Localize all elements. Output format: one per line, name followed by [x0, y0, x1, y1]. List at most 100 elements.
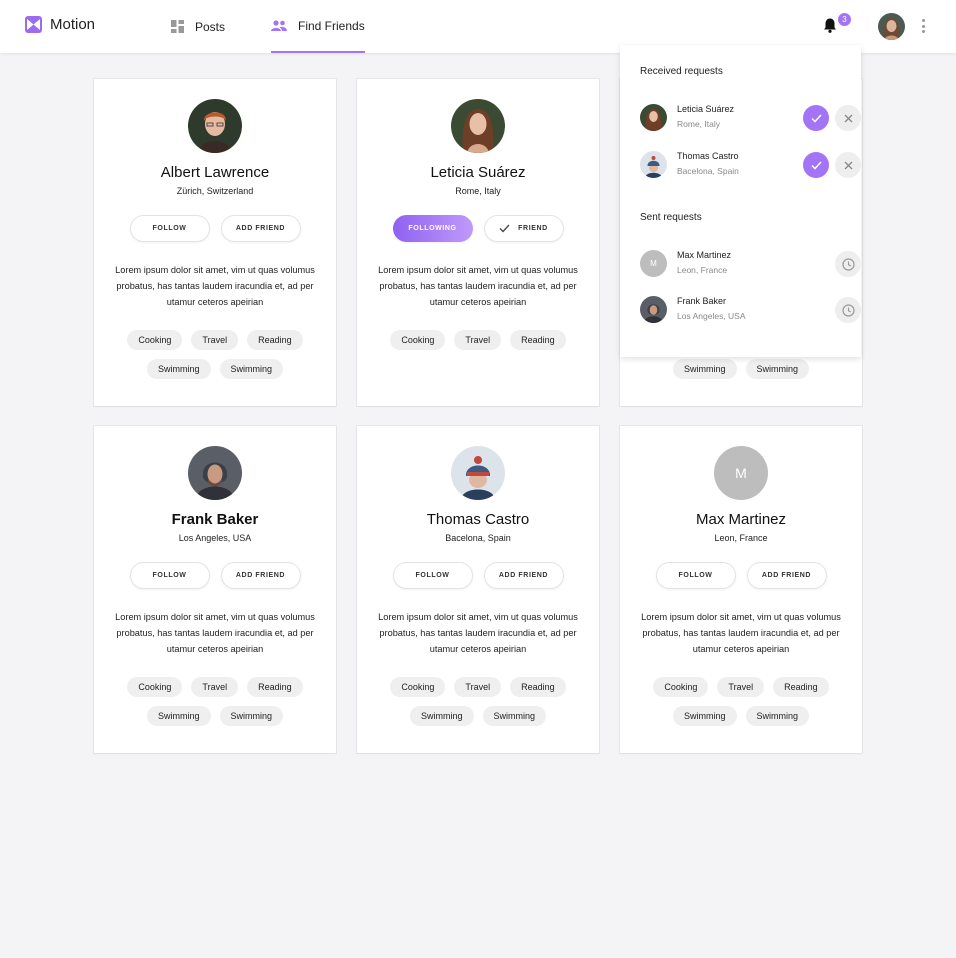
user-avatar[interactable] — [878, 13, 905, 40]
interest-tag: Swimming — [146, 706, 211, 726]
friend-location: Zürich, Switzerland — [176, 186, 254, 196]
pending-request-button[interactable] — [835, 297, 861, 323]
close-icon — [844, 161, 852, 169]
app-logo[interactable]: Motion — [25, 16, 95, 33]
add-friend-button[interactable]: ADD FRIEND — [483, 562, 564, 589]
nav-tab-posts[interactable]: Posts — [171, 0, 225, 53]
friend-name: Leticia Suárez — [430, 164, 526, 181]
friend-card: Albert Lawrence Zürich, Switzerland FOLL… — [94, 79, 336, 406]
request-location: Leon, France — [677, 265, 728, 275]
friend-button-label: FRIEND — [518, 225, 548, 232]
clock-icon — [841, 257, 855, 271]
interest-tag: Swimming — [219, 706, 284, 726]
decline-request-button[interactable] — [835, 105, 861, 131]
check-icon — [810, 160, 822, 170]
friend-card: Thomas Castro Bacelona, Spain FOLLOW ADD… — [357, 426, 599, 753]
clock-icon — [841, 303, 855, 317]
interest-tags: Cooking Travel Reading Swimming Swimming — [124, 677, 306, 726]
interest-tag: Swimming — [409, 706, 474, 726]
request-name: Leticia Suárez — [677, 104, 735, 114]
received-requests-title: Received requests — [640, 66, 723, 77]
interest-tag: Reading — [247, 677, 303, 697]
interest-tag: Cooking — [390, 330, 446, 350]
request-name: Frank Baker — [677, 296, 727, 306]
request-location: Bacelona, Spain — [677, 166, 739, 176]
sent-request-item: M Max Martinez Leon, France — [640, 249, 861, 279]
friend-avatar — [188, 446, 242, 500]
interest-tag: Cooking — [127, 677, 183, 697]
notification-badge: 3 — [838, 13, 851, 26]
friend-description: Lorem ipsum dolor sit amet, vim ut quas … — [378, 265, 578, 307]
follow-button[interactable]: FOLLOW — [655, 562, 736, 589]
dashboard-icon — [171, 20, 184, 33]
request-avatar — [640, 296, 667, 323]
request-name: Thomas Castro — [677, 151, 739, 161]
close-icon — [844, 114, 852, 122]
add-friend-button[interactable]: ADD FRIEND — [220, 562, 301, 589]
interest-tag: Travel — [454, 677, 502, 697]
request-location: Los Angeles, USA — [677, 311, 746, 321]
friend-avatar — [451, 99, 505, 153]
app-name: Motion — [50, 16, 96, 33]
sent-request-item: Frank Baker Los Angeles, USA — [640, 295, 861, 325]
received-request-item: Leticia Suárez Rome, Italy — [640, 103, 861, 133]
friend-name: Thomas Castro — [426, 511, 530, 528]
follow-button[interactable]: FOLLOW — [129, 215, 210, 242]
nav-label-posts: Posts — [195, 19, 226, 34]
interest-tag: Reading — [773, 677, 829, 697]
decline-request-button[interactable] — [835, 152, 861, 178]
interest-tag: Cooking — [390, 677, 446, 697]
interest-tag: Swimming — [745, 359, 810, 379]
interest-tag: Swimming — [672, 706, 737, 726]
nav-tab-find-friends[interactable]: Find Friends — [271, 0, 365, 53]
friend-description: Lorem ipsum dolor sit amet, vim ut quas … — [641, 612, 841, 654]
motion-logo-icon — [25, 16, 42, 33]
interest-tags: Cooking Travel Reading Swimming Swimming — [387, 677, 569, 726]
interest-tag: Cooking — [127, 330, 183, 350]
nav-label-find-friends: Find Friends — [298, 18, 365, 33]
friend-location: Los Angeles, USA — [178, 533, 252, 543]
request-avatar-initial: M — [640, 250, 667, 277]
request-avatar — [640, 104, 667, 131]
interest-tag: Travel — [454, 330, 502, 350]
friend-card: M Max Martinez Leon, France FOLLOW ADD F… — [620, 426, 862, 753]
friend-description: Lorem ipsum dolor sit amet, vim ut quas … — [115, 612, 315, 654]
more-options-icon[interactable] — [921, 19, 925, 33]
request-name: Max Martinez — [677, 250, 732, 260]
friend-location: Leon, France — [714, 533, 768, 543]
add-friend-button[interactable]: ADD FRIEND — [746, 562, 827, 589]
interest-tag: Travel — [717, 677, 765, 697]
friend-avatar-initial: M — [714, 446, 768, 500]
interest-tag: Reading — [247, 330, 303, 350]
received-request-item: Thomas Castro Bacelona, Spain — [640, 150, 861, 180]
interest-tag: Travel — [191, 330, 239, 350]
accept-request-button[interactable] — [803, 152, 829, 178]
friend-name: Albert Lawrence — [160, 164, 270, 181]
friend-name: Max Martinez — [695, 511, 787, 528]
interest-tags: Cooking Travel Reading Swimming Swimming — [650, 677, 832, 726]
following-button[interactable]: FOLLOWING — [392, 215, 473, 242]
notifications-bell-icon[interactable] — [823, 18, 837, 38]
friend-button[interactable]: FRIEND — [483, 215, 564, 242]
interest-tags: Cooking Travel Reading Swimming Swimming — [124, 330, 306, 379]
interest-tags: Cooking Travel Reading — [387, 330, 569, 350]
follow-button[interactable]: FOLLOW — [129, 562, 210, 589]
friend-location: Rome, Italy — [455, 186, 501, 196]
friend-requests-popup: Received requests Leticia Suárez Rome, I… — [620, 45, 861, 357]
request-avatar — [640, 151, 667, 178]
interest-tag: Swimming — [482, 706, 547, 726]
interest-tag: Travel — [191, 677, 239, 697]
sent-requests-title: Sent requests — [640, 212, 702, 223]
pending-request-button[interactable] — [835, 251, 861, 277]
request-location: Rome, Italy — [677, 119, 720, 129]
friend-description: Lorem ipsum dolor sit amet, vim ut quas … — [378, 612, 578, 654]
interest-tag: Swimming — [146, 359, 211, 379]
accept-request-button[interactable] — [803, 105, 829, 131]
friend-location: Bacelona, Spain — [445, 533, 511, 543]
friend-avatar — [451, 446, 505, 500]
follow-button[interactable]: FOLLOW — [392, 562, 473, 589]
interest-tag: Swimming — [672, 359, 737, 379]
interest-tag: Reading — [510, 677, 566, 697]
add-friend-button[interactable]: ADD FRIEND — [220, 215, 301, 242]
friend-name: Frank Baker — [171, 511, 259, 528]
